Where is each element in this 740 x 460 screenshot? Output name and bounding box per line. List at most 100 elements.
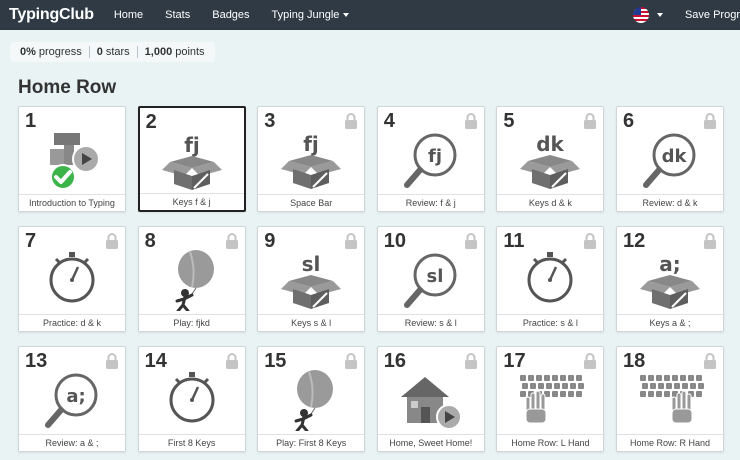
lock-icon <box>704 113 716 129</box>
lesson-label: Home Row: L Hand <box>497 434 604 451</box>
lesson-label: First 8 Keys <box>138 434 245 451</box>
lesson-label: Review: a & ; <box>19 434 125 451</box>
lesson-label: Keys d & k <box>497 194 604 211</box>
nav-badges[interactable]: Badges <box>212 9 249 21</box>
lesson-label: Keys s & l <box>258 314 365 331</box>
box-icon: sl <box>281 252 342 309</box>
stars-value: 0 <box>96 46 103 58</box>
us-flag-icon[interactable] <box>632 7 649 23</box>
progress-value: 0% <box>20 46 36 58</box>
magnifier-icon: a; <box>45 373 98 428</box>
lesson-number: 7 <box>25 230 37 252</box>
lesson-card[interactable]: 11 Practice: s & l <box>496 226 605 332</box>
lesson-card[interactable]: 4 fj Review: f & j <box>376 106 485 212</box>
box-icon: dk <box>520 132 581 189</box>
magnifier-icon: dk <box>643 133 696 188</box>
lesson-number: 6 <box>623 110 635 132</box>
stopwatch-icon <box>527 252 573 303</box>
top-nav-bar: TypingClub Home Stats Badges Typing Jung… <box>0 0 740 30</box>
progress-label: progress <box>38 46 82 58</box>
lesson-card[interactable]: 3 fj Space Bar <box>257 106 366 212</box>
divider <box>136 46 138 58</box>
keyboard-right-hand-icon <box>640 375 704 424</box>
lesson-card[interactable]: 18 Home Row: R Hand <box>616 346 724 452</box>
stopwatch-icon <box>169 372 215 423</box>
lock-icon <box>225 233 238 249</box>
stopwatch-icon <box>49 252 95 303</box>
lesson-card[interactable]: 14 First 8 Keys <box>137 346 246 452</box>
lock-icon <box>464 353 477 369</box>
lesson-label: Space Bar <box>258 194 365 211</box>
brand-logo[interactable]: TypingClub <box>9 6 94 24</box>
lock-icon <box>464 233 477 249</box>
lesson-label: Home Row: R Hand <box>617 434 723 451</box>
lesson-number: 1 <box>25 110 37 132</box>
lock-icon <box>464 113 477 129</box>
nav-stats[interactable]: Stats <box>165 9 190 21</box>
lesson-keys-glyph: dk <box>537 132 565 156</box>
box-icon: a; <box>640 252 700 309</box>
lesson-label: Practice: d & k <box>19 314 125 331</box>
nav-typing-jungle[interactable]: Typing Jungle <box>272 9 350 21</box>
lesson-card[interactable]: 1 Introduction to Typing <box>18 106 126 212</box>
lock-icon <box>584 233 597 249</box>
lock-icon <box>345 113 358 129</box>
lesson-label: Keys a & ; <box>617 314 723 331</box>
lesson-card[interactable]: 17 Home Row: L Hand <box>496 346 605 452</box>
lesson-card[interactable]: 12 a; Keys a & ; <box>616 226 724 332</box>
save-progress-button[interactable]: Save Progr <box>685 9 740 21</box>
keyboard-left-hand-icon <box>520 375 585 424</box>
lesson-number: 5 <box>503 110 515 132</box>
lock-icon <box>584 113 597 129</box>
lesson-card[interactable]: 9 sl Keys s & l <box>257 226 366 332</box>
lesson-number: 3 <box>264 110 276 132</box>
lesson-card[interactable]: 8 Play: fjkd <box>137 226 246 332</box>
lesson-keys-glyph: fj <box>184 133 200 157</box>
lesson-label: Keys f & j <box>139 193 244 210</box>
lesson-number: 8 <box>144 230 156 252</box>
lesson-keys-glyph: fj <box>428 146 442 167</box>
magnifier-icon: sl <box>403 253 457 308</box>
balloon-icon <box>175 250 214 311</box>
house-video-icon <box>400 377 462 430</box>
box-icon: fj <box>161 133 222 190</box>
nav-home[interactable]: Home <box>114 9 143 21</box>
lesson-keys-glyph: sl <box>426 266 443 287</box>
lesson-card[interactable]: 5 dk Keys d & k <box>496 106 605 212</box>
lesson-card[interactable]: 7 Practice: d & k <box>18 226 126 332</box>
lesson-label: Review: s & l <box>377 314 484 331</box>
points-label: points <box>175 46 205 58</box>
lesson-keys-glyph: a; <box>66 386 85 407</box>
lesson-card[interactable]: 6 dk Review: d & k <box>616 106 724 212</box>
lock-icon <box>704 353 716 369</box>
lesson-card[interactable]: 15 Play: First 8 Keys <box>257 346 366 452</box>
lesson-label: Play: fjkd <box>138 314 245 331</box>
lesson-keys-glyph: fj <box>303 132 319 156</box>
lesson-label: Introduction to Typing <box>19 194 125 211</box>
divider <box>88 46 90 58</box>
lesson-card[interactable]: 10 sl Review: s & l <box>376 226 485 332</box>
lesson-label: Review: f & j <box>377 194 484 211</box>
lesson-keys-glyph: a; <box>659 252 681 276</box>
stars-label: stars <box>105 46 130 58</box>
box-icon: fj <box>281 132 342 189</box>
chevron-down-icon[interactable] <box>656 13 663 17</box>
section-title: Home Row <box>18 77 117 98</box>
lesson-number: 4 <box>383 110 395 132</box>
lock-icon <box>345 353 358 369</box>
points-value: 1,000 <box>144 46 173 58</box>
lock-icon <box>106 233 118 249</box>
lesson-card[interactable]: 2 fj Keys f & j <box>137 106 246 212</box>
lesson-label: Review: d & k <box>617 194 723 211</box>
lesson-number: 9 <box>264 230 276 252</box>
lesson-card[interactable]: 16 Home, Sweet Home! <box>376 346 485 452</box>
magnifier-icon: fj <box>403 133 457 188</box>
lesson-label: Play: First 8 Keys <box>258 434 365 451</box>
lock-icon <box>584 353 597 369</box>
progress-summary: 0% progress 0 stars 1,000 points <box>10 42 215 62</box>
lesson-label: Practice: s & l <box>497 314 604 331</box>
lock-icon <box>704 233 716 249</box>
lesson-keys-glyph: sl <box>302 252 321 276</box>
lock-icon <box>225 353 238 369</box>
lesson-card[interactable]: 13 a; Review: a & ; <box>18 346 126 452</box>
